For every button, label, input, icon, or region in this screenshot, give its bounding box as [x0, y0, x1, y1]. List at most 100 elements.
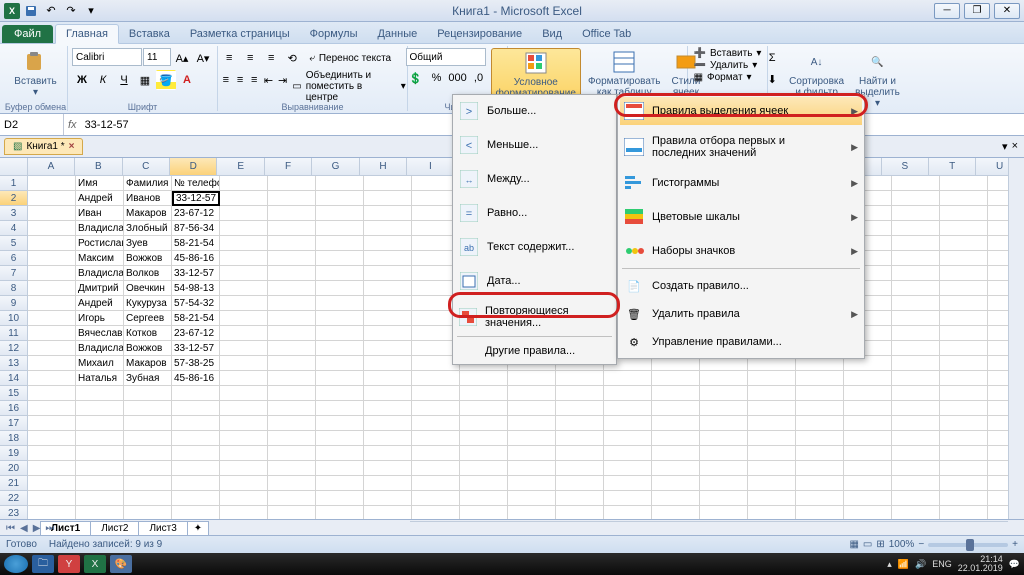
- cell[interactable]: [28, 476, 76, 491]
- cell[interactable]: [220, 296, 268, 311]
- cell[interactable]: [364, 401, 412, 416]
- view-layout-icon[interactable]: ▭: [863, 539, 872, 550]
- cell[interactable]: [268, 371, 316, 386]
- cell[interactable]: [844, 491, 892, 506]
- cell[interactable]: [28, 221, 76, 236]
- cell[interactable]: [220, 341, 268, 356]
- column-header[interactable]: E: [217, 158, 264, 176]
- cell[interactable]: [508, 431, 556, 446]
- cell[interactable]: [364, 341, 412, 356]
- cell[interactable]: [124, 461, 172, 476]
- tab-review[interactable]: Рецензирование: [427, 25, 532, 43]
- cell[interactable]: [652, 416, 700, 431]
- cell[interactable]: [28, 386, 76, 401]
- cell[interactable]: [892, 281, 940, 296]
- view-break-icon[interactable]: ⊞: [876, 539, 884, 550]
- cell[interactable]: [268, 446, 316, 461]
- cell[interactable]: [844, 461, 892, 476]
- row-header[interactable]: 17: [0, 416, 28, 431]
- cell[interactable]: [28, 326, 76, 341]
- cell[interactable]: Волков: [124, 266, 172, 281]
- cell[interactable]: [652, 401, 700, 416]
- cell[interactable]: [892, 476, 940, 491]
- cell[interactable]: [28, 266, 76, 281]
- cell[interactable]: Владислав: [76, 266, 124, 281]
- zoom-level[interactable]: 100%: [889, 539, 915, 550]
- cell[interactable]: [76, 401, 124, 416]
- cell[interactable]: [556, 491, 604, 506]
- cell[interactable]: [412, 431, 460, 446]
- cell[interactable]: [892, 416, 940, 431]
- cell[interactable]: [460, 491, 508, 506]
- menu-highlight-rules[interactable]: Правила выделения ячеек▶: [620, 97, 862, 125]
- cell[interactable]: Имя: [76, 176, 124, 191]
- cell[interactable]: Вожжов: [124, 251, 172, 266]
- cell[interactable]: [556, 401, 604, 416]
- cell[interactable]: [892, 401, 940, 416]
- tabs-close-icon[interactable]: ×: [1012, 140, 1018, 153]
- cell[interactable]: [892, 206, 940, 221]
- font-color-button[interactable]: A: [177, 70, 197, 90]
- align-mid-icon[interactable]: ≡: [240, 48, 260, 68]
- number-format-combo[interactable]: Общий: [406, 48, 486, 66]
- cell[interactable]: Сергеев: [124, 311, 172, 326]
- cell[interactable]: [220, 206, 268, 221]
- cell[interactable]: [508, 461, 556, 476]
- redo-icon[interactable]: ↷: [62, 2, 80, 20]
- sheet-tab-3[interactable]: Лист3: [138, 521, 187, 536]
- row-header[interactable]: 1: [0, 176, 28, 191]
- cell[interactable]: [316, 446, 364, 461]
- cell[interactable]: [892, 236, 940, 251]
- cell[interactable]: [844, 476, 892, 491]
- cell[interactable]: [364, 221, 412, 236]
- cell[interactable]: [28, 281, 76, 296]
- file-tab[interactable]: Файл: [2, 25, 53, 43]
- task-excel-icon[interactable]: X: [84, 555, 106, 573]
- cell[interactable]: [316, 206, 364, 221]
- cell[interactable]: [172, 386, 220, 401]
- menu-databars[interactable]: Гистограммы▶: [620, 169, 862, 197]
- rule-date[interactable]: Дата...: [455, 267, 614, 295]
- row-header[interactable]: 18: [0, 431, 28, 446]
- cell[interactable]: [124, 491, 172, 506]
- underline-button[interactable]: Ч: [114, 70, 134, 90]
- cell[interactable]: [796, 461, 844, 476]
- tray-up-icon[interactable]: ▴: [887, 559, 892, 570]
- cell[interactable]: [652, 476, 700, 491]
- cell[interactable]: [172, 416, 220, 431]
- cell[interactable]: [796, 491, 844, 506]
- cell[interactable]: [940, 356, 988, 371]
- cell[interactable]: [316, 266, 364, 281]
- rule-between[interactable]: ↔Между...: [455, 165, 614, 193]
- fill-color-button[interactable]: 🪣: [156, 70, 176, 90]
- cell[interactable]: [700, 416, 748, 431]
- cell[interactable]: [268, 341, 316, 356]
- align-center-icon[interactable]: ≡: [233, 70, 246, 90]
- cell[interactable]: [316, 461, 364, 476]
- save-icon[interactable]: [22, 2, 40, 20]
- cell[interactable]: [220, 446, 268, 461]
- workbook-tab[interactable]: ▧ Книга1 * ×: [4, 138, 83, 155]
- cell[interactable]: [316, 326, 364, 341]
- qat-more-icon[interactable]: ▾: [82, 2, 100, 20]
- column-header[interactable]: S: [882, 158, 929, 176]
- cell[interactable]: [940, 206, 988, 221]
- cell[interactable]: [220, 386, 268, 401]
- cell[interactable]: [652, 446, 700, 461]
- format-cells-button[interactable]: ▦Формат▾: [694, 72, 752, 83]
- cell[interactable]: [412, 491, 460, 506]
- cell[interactable]: [172, 401, 220, 416]
- cell[interactable]: [364, 356, 412, 371]
- cell[interactable]: [220, 281, 268, 296]
- cell[interactable]: [940, 476, 988, 491]
- name-box[interactable]: D2: [0, 114, 64, 135]
- cell[interactable]: Злобный: [124, 221, 172, 236]
- cell[interactable]: [556, 476, 604, 491]
- cell[interactable]: [220, 326, 268, 341]
- column-header[interactable]: B: [75, 158, 122, 176]
- cell[interactable]: [28, 296, 76, 311]
- cell[interactable]: [364, 371, 412, 386]
- task-paint-icon[interactable]: 🎨: [110, 555, 132, 573]
- cell[interactable]: [604, 416, 652, 431]
- cell[interactable]: [268, 326, 316, 341]
